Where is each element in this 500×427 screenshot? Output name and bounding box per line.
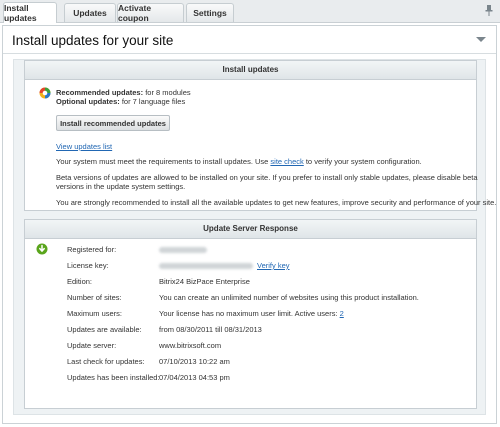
page-title: Install updates for your site	[12, 33, 174, 48]
number-of-sites-value: You can create an unlimited number of we…	[159, 293, 419, 302]
tab-updates[interactable]: Updates	[64, 3, 116, 22]
pin-icon[interactable]	[484, 5, 494, 17]
content-area: Install updates Recommended updates: for…	[13, 59, 496, 415]
install-recommended-button[interactable]: Install recommended updates	[56, 115, 170, 131]
last-check-value: 07/10/2013 10:22 am	[159, 357, 230, 366]
install-updates-card-header: Install updates	[25, 61, 476, 80]
recommended-value: for 8 modules	[145, 88, 191, 97]
beta-text-line2: versions in the update system settings.	[56, 182, 186, 191]
recommend-install-text: You are strongly recommended to install …	[56, 198, 497, 207]
updates-installed-label: Updates has been installed:	[67, 373, 160, 382]
optional-updates: Optional updates: for 7 language files	[56, 97, 185, 106]
requirements-prefix: Your system must meet the requirements t…	[56, 157, 271, 166]
maximum-users-label: Maximum users:	[67, 309, 123, 318]
license-key-value-blurred	[159, 263, 253, 269]
optional-value: for 7 language files	[121, 97, 186, 106]
edition-value: Bitrix24 BizPace Enterprise	[159, 277, 250, 286]
update-server-value: www.bitrixsoft.com	[159, 341, 222, 350]
title-divider	[3, 53, 496, 54]
recommended-updates: Recommended updates: for 8 modules	[56, 88, 191, 97]
number-of-sites-label: Number of sites:	[67, 293, 122, 302]
beta-text-line1: Beta versions of updates are allowed to …	[56, 173, 478, 182]
recommended-label: Recommended updates:	[56, 88, 144, 97]
requirements-text: Your system must meet the requirements t…	[56, 157, 422, 166]
last-check-label: Last check for updates:	[67, 357, 145, 366]
updates-installed-value: 07/04/2013 04:53 pm	[159, 373, 230, 382]
optional-label: Optional updates:	[56, 97, 120, 106]
tab-bar: Install updates Updates Activate coupon …	[0, 0, 500, 23]
maximum-users-value: Your license has no maximum user limit. …	[159, 309, 344, 318]
update-server-label: Update server:	[67, 341, 117, 350]
install-updates-card: Install updates Recommended updates: for…	[24, 60, 496, 211]
maximum-users-text: Your license has no maximum user limit. …	[159, 309, 340, 318]
updates-available-icon	[39, 87, 51, 99]
update-server-card-header: Update Server Response	[25, 220, 476, 239]
registered-for-label: Registered for:	[67, 245, 117, 254]
main-panel: Install updates for your site Install up…	[2, 25, 497, 424]
edition-label: Edition:	[67, 277, 93, 286]
registered-for-value-blurred	[159, 247, 207, 253]
view-updates-list-link[interactable]: View updates list	[56, 142, 112, 151]
check-ok-icon	[36, 243, 48, 255]
collapse-triangle-icon[interactable]	[476, 37, 486, 42]
tab-activate-coupon[interactable]: Activate coupon	[117, 3, 184, 23]
active-users-link[interactable]: 2	[340, 309, 344, 318]
site-check-link[interactable]: site check	[270, 157, 303, 166]
requirements-suffix: to verify your system configuration.	[303, 157, 422, 166]
tab-install-updates[interactable]: Install updates	[3, 2, 57, 23]
updates-available-label: Updates are available:	[67, 325, 142, 334]
verify-key-link[interactable]: Verify key	[257, 261, 290, 270]
tab-settings[interactable]: Settings	[186, 3, 234, 22]
update-server-card: Update Server Response Registered for: L…	[24, 219, 477, 409]
updates-available-value: from 08/30/2011 till 08/31/2013	[159, 325, 262, 334]
license-key-label: License key:	[67, 261, 109, 270]
